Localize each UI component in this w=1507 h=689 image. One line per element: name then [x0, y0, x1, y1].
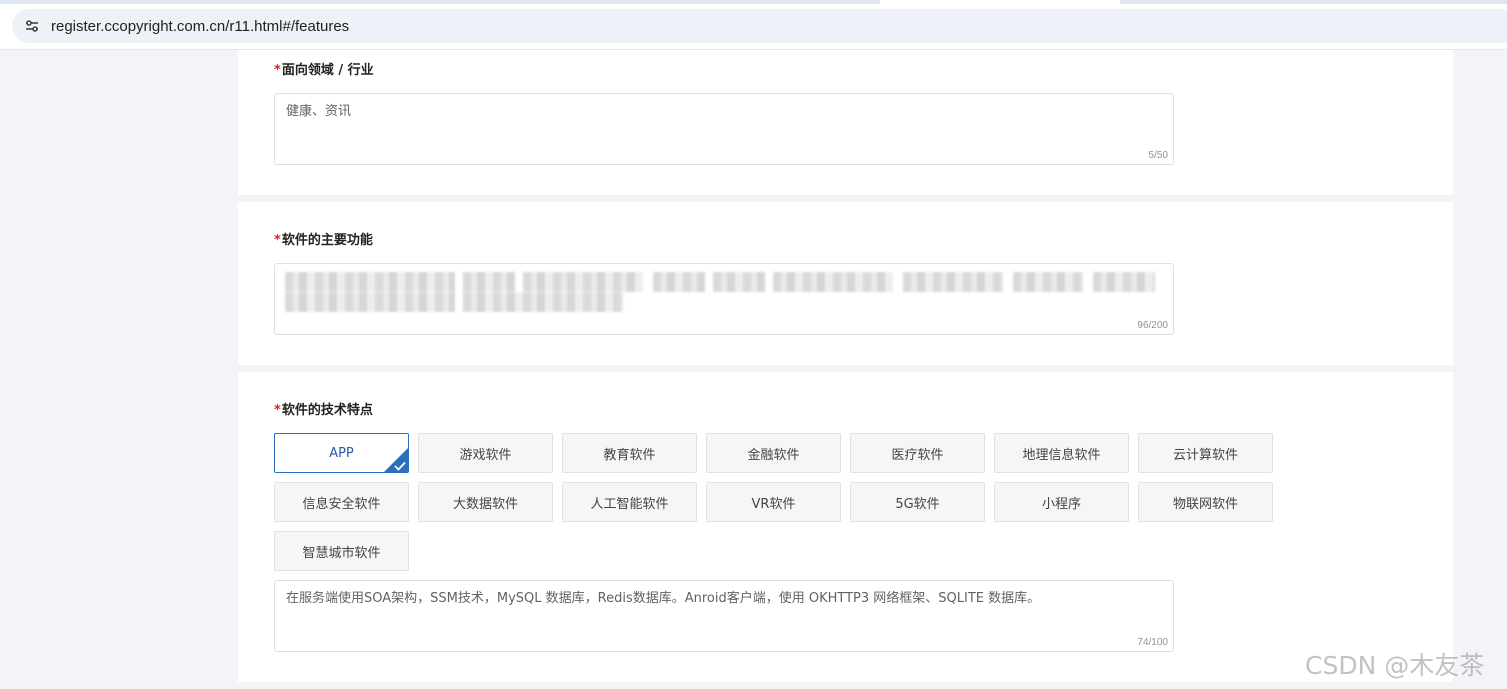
domain-char-counter: 5/50 [1148, 150, 1168, 161]
url-text[interactable]: register.ccopyright.com.cn/r11.html#/fea… [51, 18, 349, 35]
tag-label: 教育软件 [603, 447, 656, 463]
tag-label: 地理信息软件 [1022, 447, 1101, 463]
address-bar[interactable]: register.ccopyright.com.cn/r11.html#/fea… [12, 9, 1507, 43]
domain-value[interactable]: 健康、资讯 [286, 102, 1161, 122]
tech-value[interactable]: 在服务端使用SOA架构，SSM技术，MySQL 数据库，Redis数据库。Anr… [286, 589, 1161, 609]
domain-textarea[interactable]: 健康、资讯 5/50 [274, 93, 1174, 165]
tag-label: 大数据软件 [452, 496, 518, 512]
tech-tag-option[interactable]: 信息安全软件 [274, 482, 409, 522]
tech-features-section: *软件的技术特点 APP 游戏软件 教育软件 金融软件 医疗软件 地理信息软件 云计算软件信… [238, 372, 1453, 682]
tech-tag-option[interactable]: 大数据软件 [418, 482, 553, 522]
tech-tag-option[interactable]: 人工智能软件 [562, 482, 697, 522]
functions-char-counter: 96/200 [1137, 320, 1168, 331]
tag-label: 5G软件 [895, 496, 940, 512]
tech-char-counter: 74/100 [1137, 637, 1168, 648]
checkmark-icon [394, 461, 406, 471]
tag-label: 医疗软件 [891, 447, 944, 463]
required-mark: * [274, 63, 281, 78]
tech-tag-option[interactable]: 云计算软件 [1138, 433, 1273, 473]
tag-label: 智慧城市软件 [302, 545, 381, 561]
tech-tag-option[interactable]: 物联网软件 [1138, 482, 1273, 522]
tag-label: 人工智能软件 [590, 496, 669, 512]
required-mark: * [274, 403, 281, 418]
tag-label: 物联网软件 [1172, 496, 1238, 512]
tech-label-text: 软件的技术特点 [281, 403, 373, 418]
tech-tag-option[interactable]: 游戏软件 [418, 433, 553, 473]
tag-label: 云计算软件 [1172, 447, 1238, 463]
watermark: CSDN @木友茶 [1305, 651, 1485, 680]
tag-label: 金融软件 [747, 447, 800, 463]
tech-tag-option[interactable]: 5G软件 [850, 482, 985, 522]
required-mark: * [274, 233, 281, 248]
tune-icon[interactable] [16, 10, 48, 42]
functions-section: *软件的主要功能 96/200 [238, 202, 1453, 365]
domain-label-text: 面向领域 / 行业 [281, 63, 374, 78]
tech-tag-group: APP 游戏软件 教育软件 金融软件 医疗软件 地理信息软件 云计算软件信息安全软件 大数据软… [274, 433, 1284, 571]
tech-label: *软件的技术特点 [274, 399, 373, 418]
tag-label: 信息安全软件 [302, 496, 381, 512]
tech-tag-option[interactable]: 教育软件 [562, 433, 697, 473]
domain-label: *面向领域 / 行业 [274, 59, 374, 78]
tab-strip [0, 0, 1507, 4]
tag-label: 游戏软件 [459, 447, 512, 463]
tech-tag-option[interactable]: APP [274, 433, 409, 473]
tech-tag-option[interactable]: 医疗软件 [850, 433, 985, 473]
domain-section: *面向领域 / 行业 健康、资讯 5/50 [238, 50, 1453, 195]
functions-textarea[interactable]: 96/200 [274, 263, 1174, 335]
browser-toolbar: register.ccopyright.com.cn/r11.html#/fea… [0, 0, 1507, 50]
tech-tag-option[interactable]: VR软件 [706, 482, 841, 522]
blurred-content [285, 272, 1165, 312]
tech-tag-option[interactable]: 金融软件 [706, 433, 841, 473]
tag-label: APP [329, 445, 354, 461]
tech-tag-option[interactable]: 智慧城市软件 [274, 531, 409, 571]
tech-tag-option[interactable]: 地理信息软件 [994, 433, 1129, 473]
functions-label: *软件的主要功能 [274, 229, 373, 248]
functions-label-text: 软件的主要功能 [281, 233, 373, 248]
tech-textarea[interactable]: 在服务端使用SOA架构，SSM技术，MySQL 数据库，Redis数据库。Anr… [274, 580, 1174, 652]
tag-label: 小程序 [1041, 496, 1081, 512]
tag-label: VR软件 [751, 496, 796, 512]
tech-tag-option[interactable]: 小程序 [994, 482, 1129, 522]
